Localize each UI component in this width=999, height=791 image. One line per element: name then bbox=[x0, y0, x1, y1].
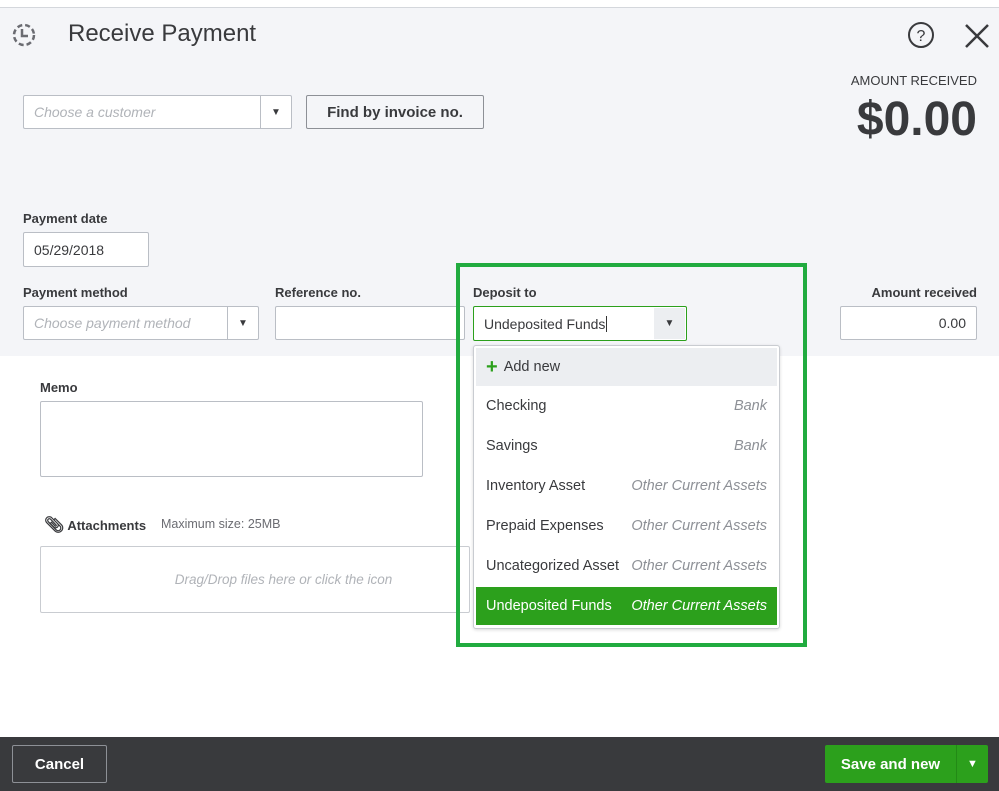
payment-method-placeholder: Choose payment method bbox=[34, 315, 191, 331]
customer-select[interactable]: Choose a customer ▼ bbox=[23, 95, 292, 129]
dropzone-text: Drag/Drop files here or click the icon bbox=[174, 572, 393, 587]
memo-textarea[interactable] bbox=[40, 401, 423, 477]
payment-method-select[interactable]: Choose payment method ▼ bbox=[23, 306, 259, 340]
top-bar bbox=[0, 0, 999, 8]
recent-transactions-icon[interactable] bbox=[9, 22, 39, 50]
attachments-label: 📎︎ Attachments bbox=[44, 515, 146, 535]
payment-date-value: 05/29/2018 bbox=[34, 241, 105, 258]
page-title: Receive Payment bbox=[68, 20, 257, 47]
find-by-invoice-button[interactable]: Find by invoice no. bbox=[306, 95, 484, 129]
memo-label: Memo bbox=[40, 380, 78, 395]
amount-received-input[interactable]: 0.00 bbox=[840, 306, 977, 340]
amount-received-value: 0.00 bbox=[938, 315, 966, 331]
payment-date-input[interactable]: 05/29/2018 bbox=[23, 232, 149, 267]
attachments-dropzone[interactable]: Drag/Drop files here or click the icon bbox=[40, 546, 470, 613]
help-icon[interactable]: ? bbox=[907, 21, 935, 49]
payment-date-label: Payment date bbox=[23, 211, 108, 226]
chevron-down-icon[interactable]: ▼ bbox=[956, 745, 988, 783]
attachments-text: Attachments bbox=[67, 517, 147, 533]
save-and-new-split-button: Save and new ▼ bbox=[825, 745, 988, 783]
svg-text:?: ? bbox=[917, 28, 926, 45]
reference-input[interactable] bbox=[275, 306, 465, 340]
amount-received-field-label: Amount received bbox=[871, 285, 977, 300]
chevron-down-icon[interactable]: ▼ bbox=[227, 307, 258, 339]
save-and-new-button[interactable]: Save and new bbox=[825, 745, 956, 783]
highlight-box bbox=[456, 263, 807, 647]
customer-placeholder: Choose a customer bbox=[34, 104, 156, 120]
reference-label: Reference no. bbox=[275, 285, 361, 300]
payment-method-label: Payment method bbox=[23, 285, 128, 300]
close-icon[interactable] bbox=[963, 22, 991, 50]
amount-received-label: AMOUNT RECEIVED bbox=[850, 73, 977, 88]
cancel-button[interactable]: Cancel bbox=[12, 745, 107, 783]
attachments-max-size: Maximum size: 25MB bbox=[161, 517, 281, 531]
paperclip-icon[interactable]: 📎︎ bbox=[44, 515, 64, 535]
chevron-down-icon[interactable]: ▼ bbox=[260, 96, 291, 128]
amount-received-total: $0.00 bbox=[856, 93, 977, 146]
